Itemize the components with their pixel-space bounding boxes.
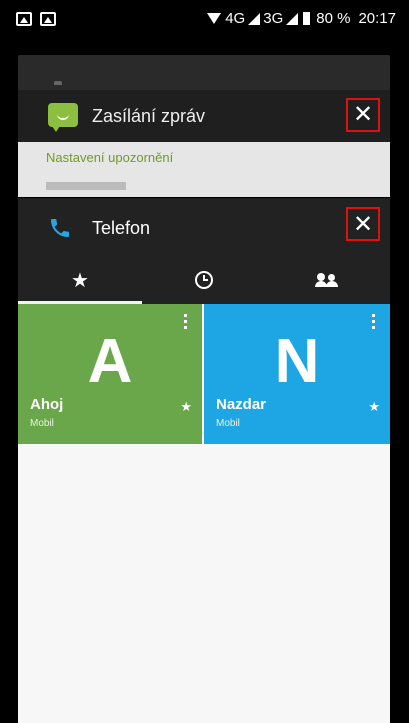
tab-favorites[interactable]: ★	[18, 256, 142, 304]
notification-icons	[16, 12, 56, 26]
notification-icon	[16, 12, 32, 26]
status-right: 4G 3G 80 % 20:17	[207, 10, 396, 27]
contact-avatar-letter: N	[274, 327, 320, 396]
close-messaging-button[interactable]: ✕	[346, 98, 380, 132]
messaging-card-title: Zasílání zpráv	[92, 106, 206, 126]
favorites-grid: A Ahoj Mobil ★ N Nazdar Mobil ★	[18, 304, 390, 723]
favorite-star-icon: ★	[180, 399, 192, 414]
contact-avatar-letter: A	[87, 327, 133, 396]
recent-app-card-background[interactable]	[18, 55, 390, 91]
contact-tile-ahoj[interactable]: A Ahoj Mobil ★	[18, 304, 202, 444]
phone-icon	[48, 216, 72, 240]
app-icon	[54, 81, 62, 85]
wifi-icon	[207, 13, 222, 24]
preview-text-placeholder	[46, 182, 126, 190]
battery-icon	[303, 12, 311, 25]
clock-time: 20:17	[358, 10, 396, 27]
network-4g-label: 4G	[225, 10, 246, 27]
message-icon	[48, 103, 78, 132]
clock-icon	[195, 271, 213, 289]
tab-recent[interactable]	[142, 256, 266, 304]
phone-card-title: Telefon	[92, 218, 151, 238]
recent-app-card-messaging[interactable]: Zasílání zpráv ✕ Nastavení upozornění	[18, 90, 390, 197]
battery-percent: 80 %	[316, 10, 351, 27]
phone-tabs: ★	[18, 256, 390, 304]
tab-contacts[interactable]	[266, 256, 390, 304]
signal-icon	[286, 12, 299, 25]
recent-app-card-phone[interactable]: Telefon ✕ ★ A Ahoj Mobil ★ N Nazdar Mobi…	[18, 198, 390, 723]
favorite-star-icon: ★	[368, 399, 380, 414]
contact-tile-nazdar[interactable]: N Nazdar Mobil ★	[204, 304, 390, 444]
contacts-icon	[315, 273, 339, 287]
messaging-card-header[interactable]: Zasílání zpráv ✕	[18, 90, 390, 142]
network-3g-label: 3G	[263, 10, 284, 27]
status-bar: 4G 3G 80 % 20:17	[6, 0, 402, 44]
gallery-icon	[40, 12, 56, 26]
close-phone-button[interactable]: ✕	[346, 207, 380, 241]
notification-settings-label: Nastavení upozornění	[46, 150, 174, 165]
recents-screen: 4G 3G 80 % 20:17 Zasílání zpráv ✕ Nastav…	[6, 0, 402, 723]
messaging-card-preview[interactable]: Nastavení upozornění	[18, 142, 390, 197]
contact-phone-type: Mobil	[30, 418, 54, 429]
signal-icon	[248, 12, 261, 25]
contact-phone-type: Mobil	[216, 418, 240, 429]
star-icon: ★	[71, 269, 89, 292]
phone-card-header[interactable]: Telefon ✕	[18, 198, 390, 256]
contact-name: Ahoj	[30, 396, 64, 413]
contact-name: Nazdar	[216, 396, 267, 413]
